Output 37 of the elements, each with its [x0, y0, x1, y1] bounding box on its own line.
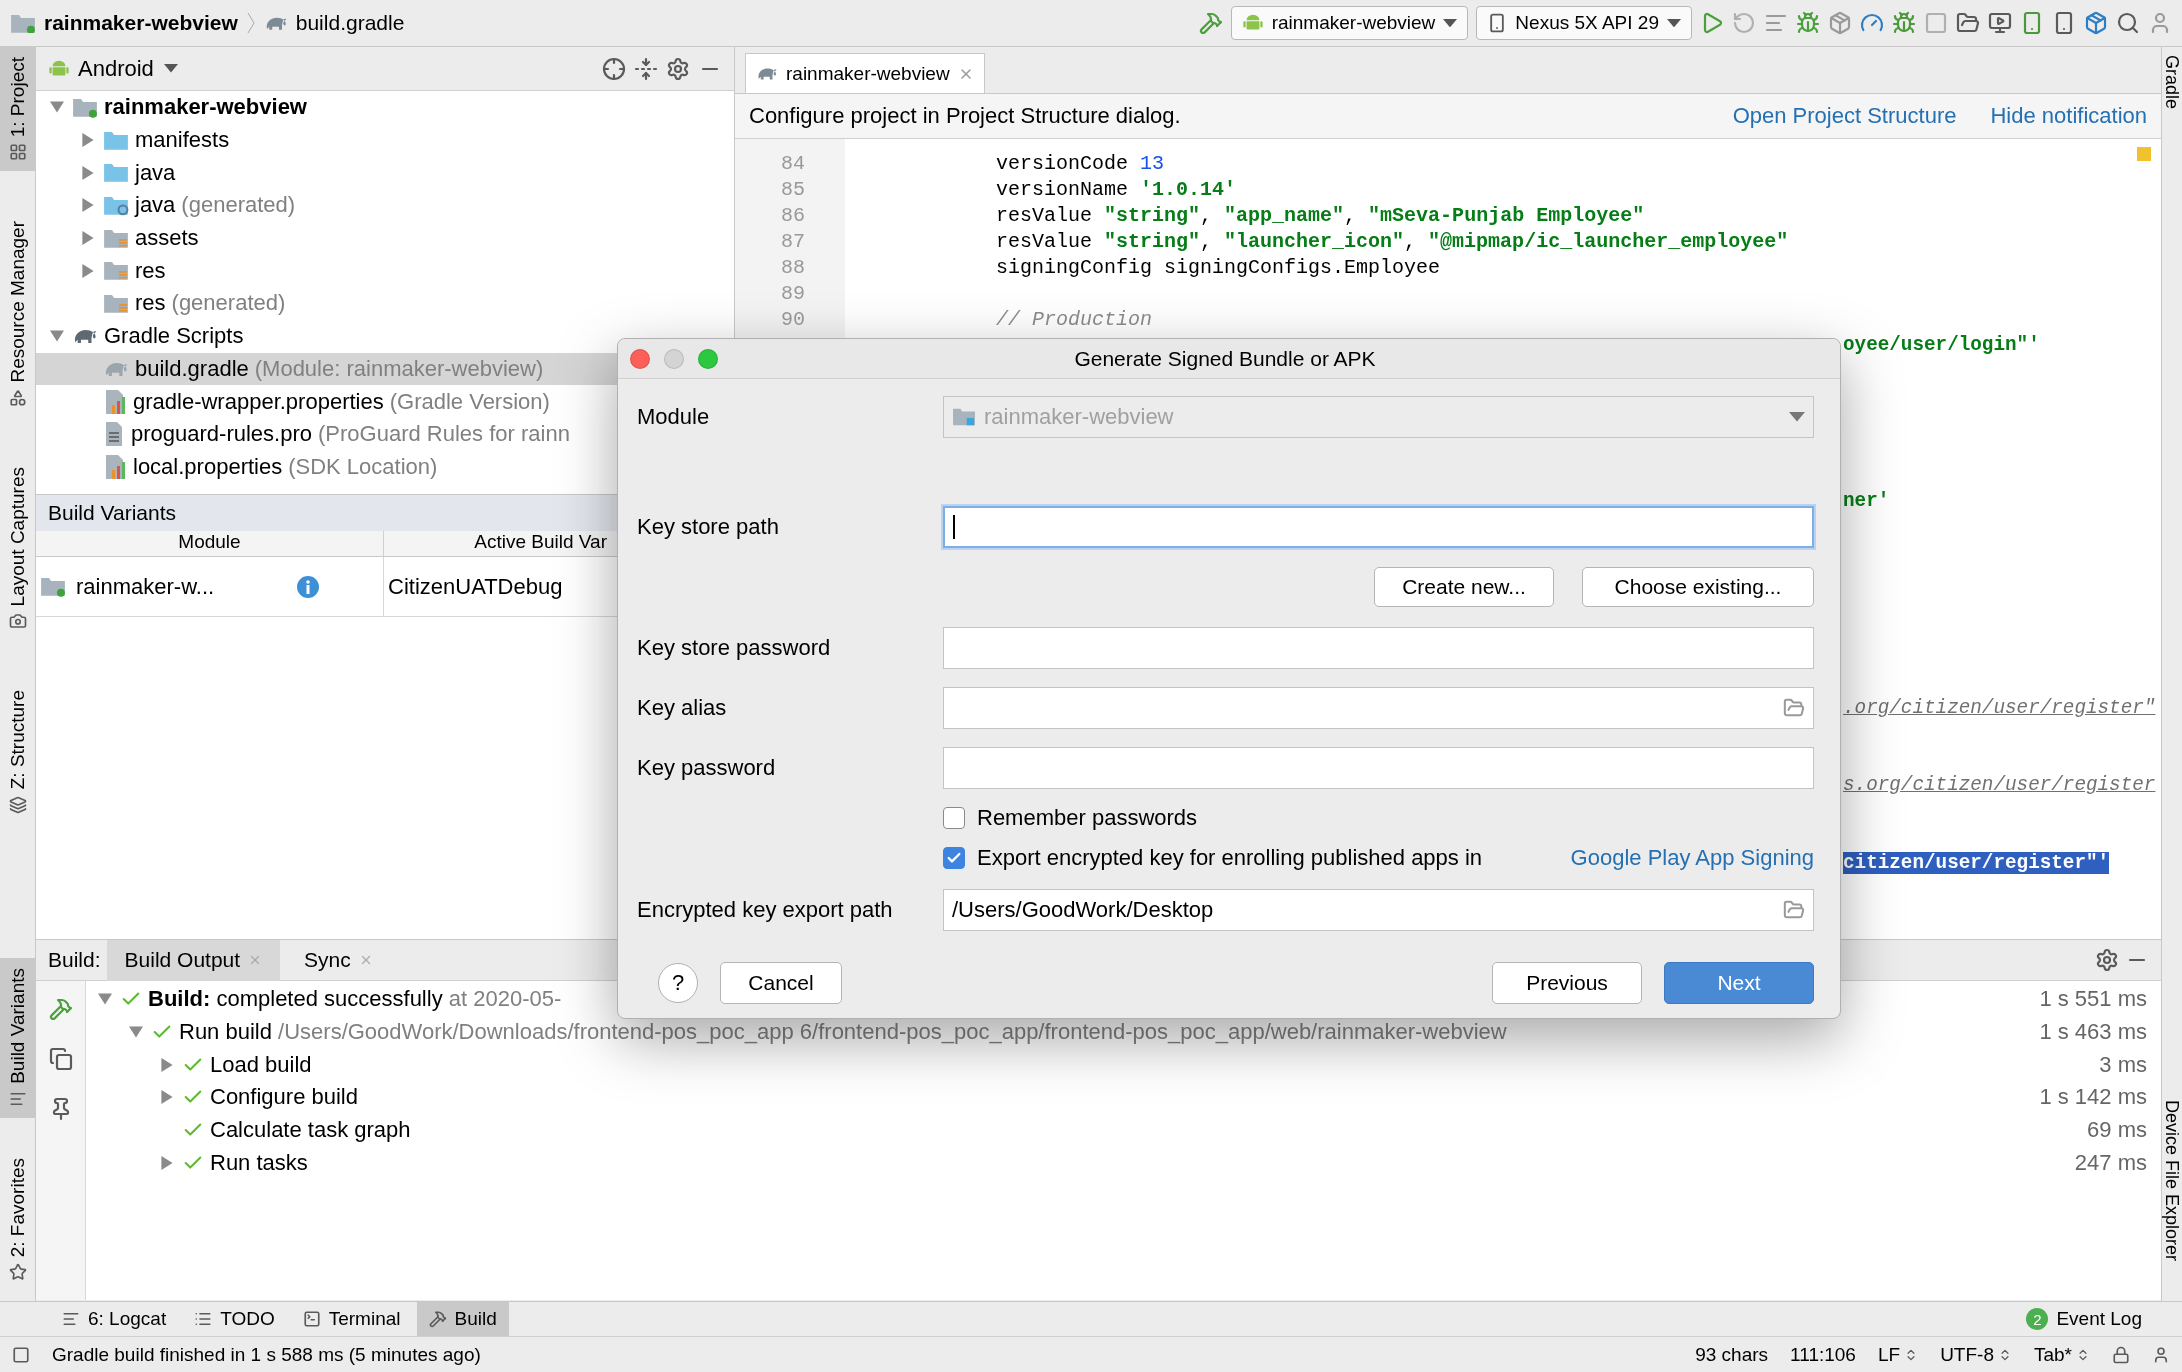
field-label: Module: [637, 404, 711, 430]
code-line: signingConfig signingConfigs.Employee: [996, 256, 1441, 279]
line-number: 87: [780, 230, 805, 254]
line-number: 89: [780, 281, 805, 305]
line-number: 84: [780, 152, 805, 176]
line-number: 88: [780, 256, 805, 279]
field-label: Key alias: [637, 695, 728, 721]
field-label: Encrypted key export path: [637, 897, 894, 923]
status-text: 93 chars: [1695, 1343, 1769, 1366]
duration-text: 1 s 463 ms: [2039, 1019, 2147, 1046]
code-line: resValue "string", "app_name", "mSeva-Punjab Employee": [996, 204, 1645, 228]
code-line: s.org/citizen/user/register: [1843, 774, 2156, 797]
code-line: // Production: [996, 307, 1153, 331]
line-number: 85: [780, 178, 805, 202]
notification-text: Configure project in Project Structure dialog.: [749, 103, 1182, 129]
panel-label: Build:: [48, 948, 101, 972]
line-number: 90: [780, 307, 805, 331]
line-number: 86: [780, 204, 805, 228]
field-label: Key store password: [637, 635, 832, 661]
count-badge: 2: [2026, 1308, 2049, 1330]
code-line: resValue "string", "launcher_icon", "@mipmap/ic_launcher_employee": [996, 230, 1789, 254]
checkbox-label: Export encrypted key for enrolling published apps in: [977, 845, 1484, 871]
table-cell-text: rainmaker-w...: [76, 573, 216, 600]
code-line: versionCode 13: [996, 152, 1165, 176]
checkbox-label: Remember passwords: [977, 805, 1199, 831]
duration-text: 1 s 142 ms: [2039, 1084, 2147, 1111]
duration-text: 247 ms: [2074, 1149, 2147, 1176]
duration-text: 69 ms: [2087, 1117, 2147, 1144]
duration-text: 1 s 551 ms: [2039, 986, 2147, 1013]
code-line: oyee/user/login"': [1843, 334, 2040, 357]
duration-text: 3 ms: [2099, 1051, 2147, 1078]
code-line: versionName '1.0.14': [996, 178, 1237, 202]
code-line: ner': [1843, 489, 1890, 512]
code-line: .org/citizen/user/register": [1843, 696, 2156, 719]
field-label: Key password: [637, 755, 777, 781]
dialog-title: Generate Signed Bundle or APK: [1073, 346, 1377, 371]
status-message: Gradle build finished in 1 s 588 ms (5 minutes ago): [52, 1343, 482, 1366]
